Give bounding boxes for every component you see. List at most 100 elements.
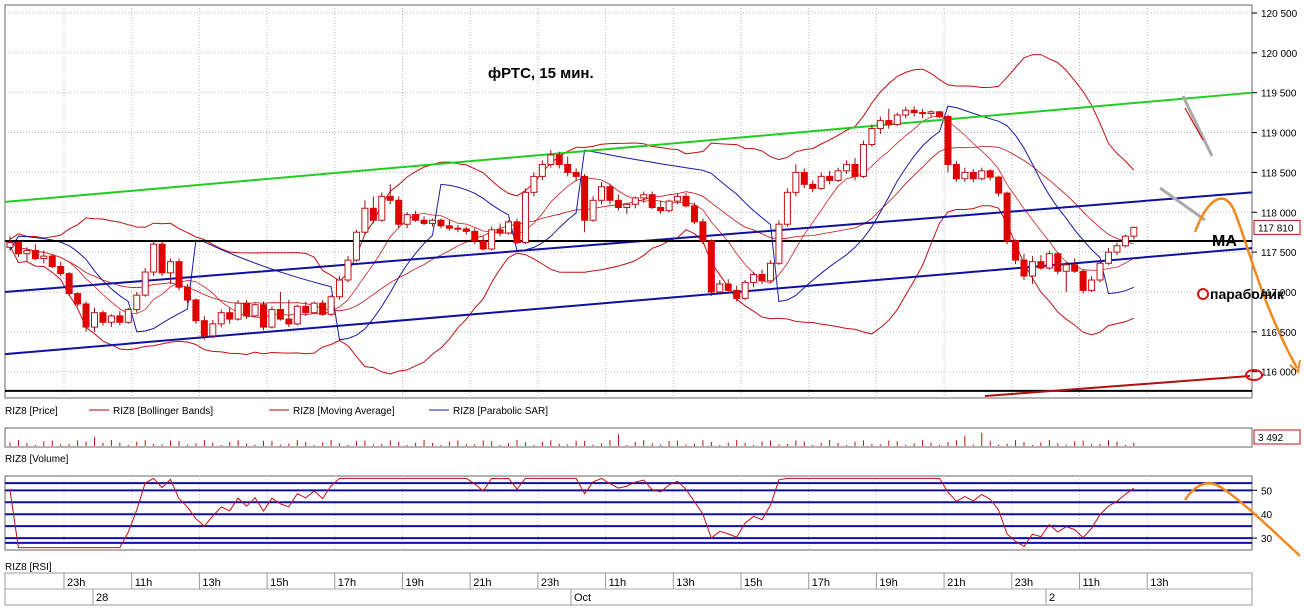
candle-body [927,111,935,114]
candle-body [1045,253,1053,269]
candle-body [1113,245,1121,253]
candle-body [454,227,462,230]
candle-body [99,312,107,323]
candle-body [547,154,555,165]
candle-body [876,120,884,130]
rsi-tick-label: 40 [1261,510,1273,521]
candle-body [276,309,284,320]
candle-body [420,219,428,224]
candle-body [74,293,82,305]
candle-body [699,221,707,242]
candle-body [555,154,563,165]
candle-body [183,286,191,301]
candle-body [40,255,48,259]
candle-body [327,296,335,315]
chart-title: фРТС, 15 мин. [488,65,594,82]
candle-body [707,240,715,293]
time-label: 11h [135,577,153,589]
candle-body [209,323,217,337]
date-label: 28 [96,592,108,604]
date-label: Oct [574,592,591,604]
time-label: 19h [406,577,424,589]
candle-body [1105,251,1112,264]
candle-body [319,302,327,315]
candle-body [302,305,310,314]
candle-body [167,261,175,274]
candle-body [1121,235,1129,247]
time-label: 11h [609,577,627,589]
candle-body [310,302,318,314]
candle-body [57,265,65,275]
time-label: 17h [338,577,356,589]
candle-body [293,305,301,325]
candle-body [1071,264,1079,272]
candle-body [530,175,538,193]
candle-body [961,171,969,180]
chart-stage: 120 500 120 000 119 500 119 000 118 500 118 0… [0,0,1305,609]
candle-body [1028,261,1036,277]
candle-body [716,283,724,293]
parabolic-annotation: параболик [1210,286,1285,302]
candle-body [226,312,234,320]
trading-chart: 120 500 120 000 119 500 119 000 118 500 118 0… [4,4,1301,606]
candle-body [1079,270,1087,291]
candle-body [107,315,115,323]
candle-body [82,303,90,328]
candle-body [1088,279,1096,291]
candle-body [936,111,943,118]
candle-body [268,309,276,328]
candle-body [462,228,470,232]
price-tick-label: 119 500 [1261,89,1297,100]
price-tick-label: 120 000 [1261,49,1298,60]
date-label: 2 [1049,592,1055,604]
candle-body [1012,240,1020,261]
price-tick-label: 117 500 [1261,248,1297,259]
candle-body [352,231,360,261]
candle-body [995,176,1003,194]
time-label: 13h [676,577,694,589]
candle-body [868,128,876,146]
candle-body [631,197,639,205]
candle-body [48,255,56,267]
candle-body [538,163,546,177]
candle-body [429,219,436,224]
candle-body [682,195,690,207]
candle-body [893,114,901,126]
candle-body [665,200,673,212]
price-tick-label: 120 500 [1261,9,1298,20]
candle-body [792,171,800,193]
candle-body [386,195,394,201]
time-label: 13h [202,577,220,589]
candle-body [1096,262,1104,281]
candle-body [581,175,589,221]
candle-body [1062,264,1070,272]
candle-body [1130,226,1138,237]
candle-body [750,273,758,283]
candle-body [783,191,791,225]
time-label: 13h [1150,577,1168,589]
candle-body [285,318,293,325]
candle-body [978,170,986,180]
candle-body [859,144,867,177]
candle-body [800,171,808,185]
candle-body [14,242,22,255]
volume-panel-label: RIZ8 [Volume] [5,454,69,465]
candle-body [521,191,529,244]
candle-body [606,186,614,201]
candle-body [640,194,648,199]
candle-body [1020,259,1028,277]
candle-body [124,309,132,323]
candle-body [192,299,200,322]
candle-body [648,194,656,208]
candle-body [758,273,766,282]
candle-body [572,171,580,177]
legend-entry: RIZ8 [Price] [5,406,58,417]
candle-body [344,259,352,281]
last-price-label: 117 810 [1258,223,1294,234]
candle-body [31,250,39,259]
candle-body [614,199,622,208]
candle-body [809,183,817,189]
candle-body [919,112,927,115]
candle-body [336,279,344,298]
time-label: 19h [879,577,897,589]
